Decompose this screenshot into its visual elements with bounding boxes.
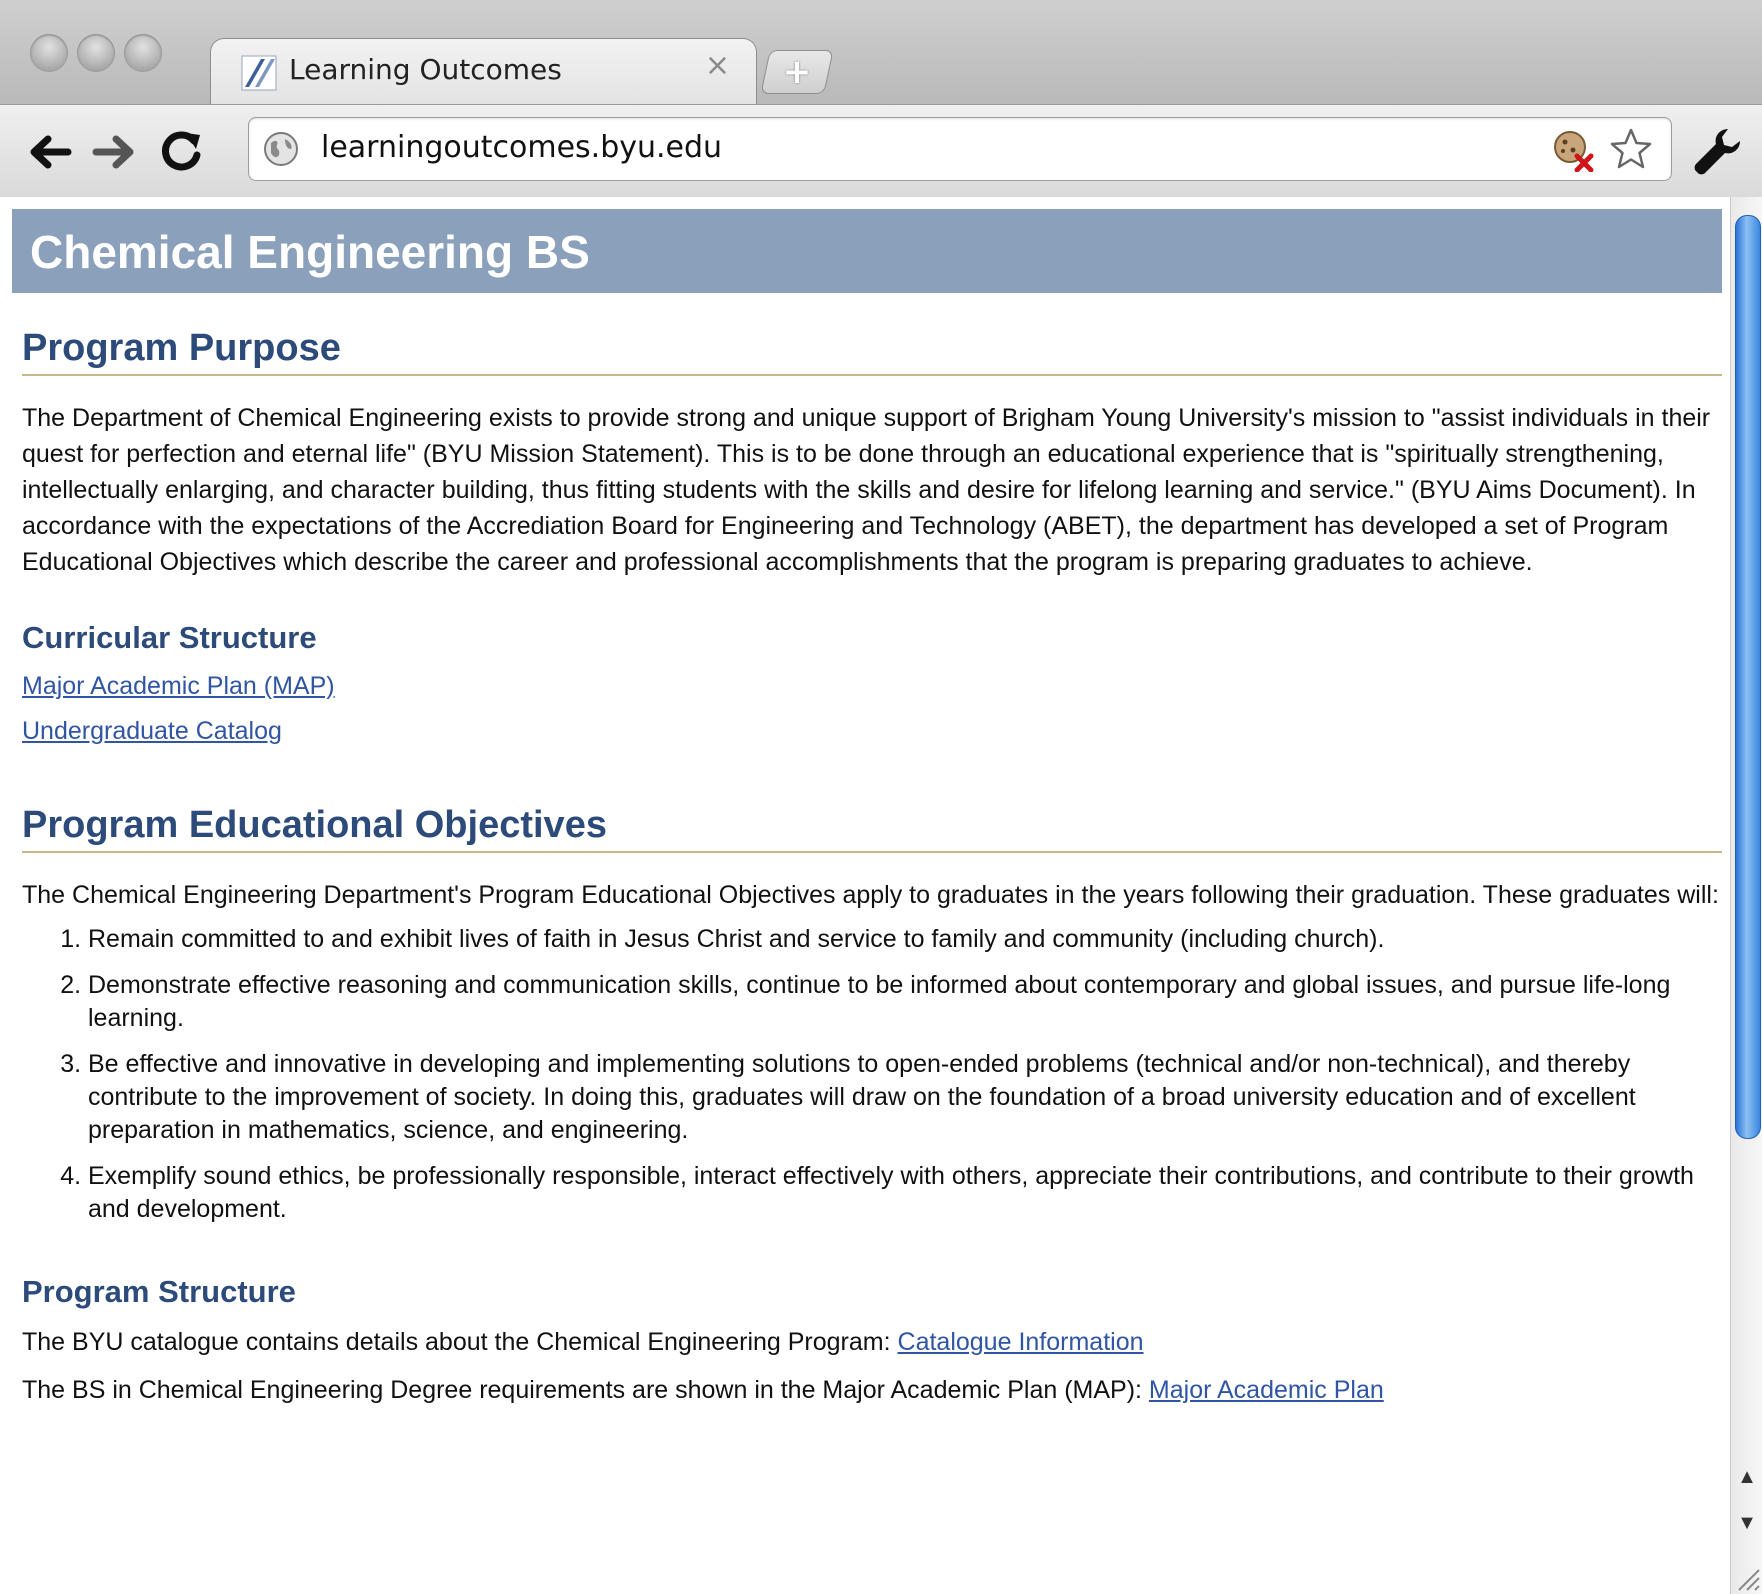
program-purpose-heading: Program Purpose: [22, 327, 1722, 376]
reload-icon[interactable]: [156, 127, 206, 177]
cookie-blocked-icon[interactable]: [1551, 128, 1595, 172]
browser-chrome: Learning Outcomes × + learningoutcomes.b…: [0, 0, 1762, 197]
url-text: learningoutcomes.byu.edu: [321, 130, 723, 165]
tab-learning-outcomes[interactable]: Learning Outcomes ×: [210, 38, 757, 107]
vertical-scrollbar[interactable]: ▲ ▼: [1730, 197, 1762, 1594]
scroll-up-icon[interactable]: ▲: [1731, 1457, 1762, 1497]
star-icon[interactable]: [1609, 127, 1653, 171]
minimize-window-button[interactable]: [77, 34, 115, 72]
toolbar: learningoutcomes.byu.edu: [0, 104, 1762, 197]
tab-title: Learning Outcomes: [289, 53, 562, 86]
catalogue-line-text: The BYU catalogue contains details about…: [22, 1328, 898, 1356]
map-line-text: The BS in Chemical Engineering Degree re…: [22, 1376, 1149, 1404]
globe-icon: [264, 132, 298, 166]
map-link[interactable]: Major Academic Plan (MAP): [22, 672, 335, 700]
scrollbar-thumb[interactable]: [1735, 215, 1761, 1139]
tab-close-icon[interactable]: ×: [705, 51, 730, 81]
scroll-down-icon[interactable]: ▼: [1731, 1503, 1762, 1543]
new-tab-button[interactable]: +: [760, 50, 834, 94]
objectives-list: Remain committed to and exhibit lives of…: [22, 923, 1722, 1226]
close-window-button[interactable]: [30, 34, 68, 72]
tab-strip: Learning Outcomes × +: [0, 0, 1762, 107]
program-structure-heading: Program Structure: [22, 1274, 296, 1309]
page-title: Chemical Engineering BS: [30, 226, 590, 278]
byu-favicon-icon: [241, 55, 277, 91]
catalogue-line: The BYU catalogue contains details about…: [22, 1324, 1722, 1360]
list-item: Exemplify sound ethics, be professionall…: [88, 1160, 1722, 1226]
zoom-window-button[interactable]: [124, 34, 162, 72]
objectives-intro: The Chemical Engineering Department's Pr…: [22, 881, 1719, 909]
page-content: Program Purpose The Department of Chemic…: [22, 327, 1722, 1408]
plus-icon: +: [782, 52, 812, 92]
objectives-heading: Program Educational Objectives: [22, 804, 1722, 853]
list-item: Demonstrate effective reasoning and comm…: [88, 969, 1722, 1035]
program-purpose-text: The Department of Chemical Engineering e…: [22, 404, 1711, 576]
list-item: Remain committed to and exhibit lives of…: [88, 923, 1722, 956]
page-banner: Chemical Engineering BS: [12, 209, 1722, 293]
address-bar[interactable]: learningoutcomes.byu.edu: [248, 117, 1672, 181]
major-academic-plan-link[interactable]: Major Academic Plan: [1149, 1376, 1384, 1404]
map-line: The BS in Chemical Engineering Degree re…: [22, 1372, 1722, 1408]
forward-arrow-icon[interactable]: [90, 127, 140, 177]
list-item: Be effective and innovative in developin…: [88, 1048, 1722, 1147]
catalogue-information-link[interactable]: Catalogue Information: [898, 1328, 1144, 1356]
page-viewport: Chemical Engineering BS Program Purpose …: [0, 197, 1730, 1594]
curricular-structure-heading: Curricular Structure: [22, 620, 317, 655]
resize-grip-icon[interactable]: [1733, 1564, 1761, 1592]
back-arrow-icon[interactable]: [24, 127, 74, 177]
wrench-icon[interactable]: [1690, 123, 1746, 179]
undergraduate-catalog-link[interactable]: Undergraduate Catalog: [22, 717, 282, 745]
